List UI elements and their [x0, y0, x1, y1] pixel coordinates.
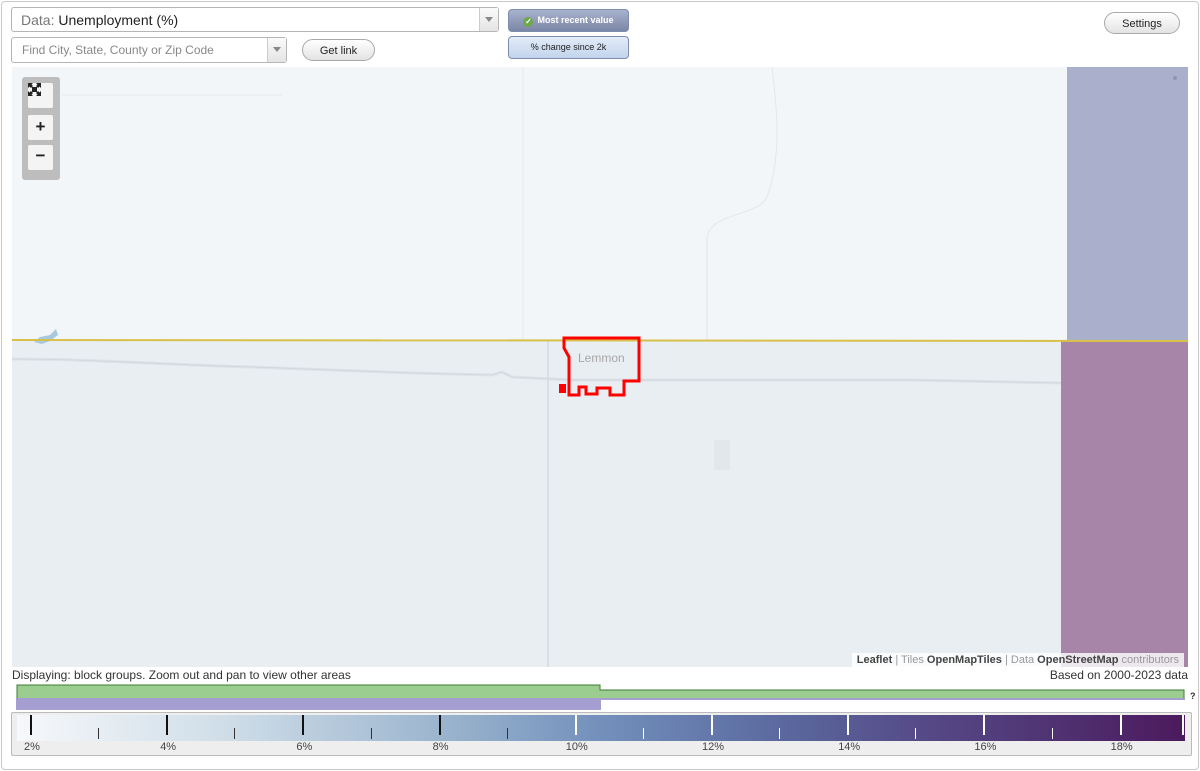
location-search[interactable]: [11, 37, 287, 63]
region-north-east[interactable]: [1067, 67, 1188, 340]
openmaptiles-link[interactable]: OpenMapTiles: [927, 654, 1002, 666]
zoom-in-button[interactable]: +: [28, 115, 53, 140]
data-select-label: Data: Unemployment (%): [21, 12, 179, 28]
legend-tick-minor: [506, 728, 508, 739]
displaying-note: Displaying: block groups. Zoom out and p…: [12, 668, 351, 682]
data-select[interactable]: Data: Unemployment (%): [11, 7, 499, 32]
most-recent-value-button[interactable]: ✓ Most recent value: [508, 9, 629, 32]
legend-tick-major: [302, 715, 305, 735]
search-input[interactable]: [20, 42, 269, 58]
leaflet-link[interactable]: Leaflet: [857, 654, 892, 666]
chevron-down-icon[interactable]: [267, 38, 286, 62]
openstreetmap-link[interactable]: OpenStreetMap: [1037, 654, 1118, 666]
legend-label: 12%: [702, 741, 725, 753]
legend-tick-minor: [234, 728, 236, 739]
legend-label: 4%: [160, 741, 177, 753]
color-legend: 2% 4% 6% 8% 10% 12% 14% 16% 18%: [11, 712, 1192, 756]
data-timeline[interactable]: [16, 684, 1188, 712]
data-range-note: Based on 2000-2023 data: [1049, 668, 1188, 682]
help-icon[interactable]: ?: [1190, 691, 1196, 701]
legend-tick-major: [1182, 715, 1184, 735]
legend-tick-major: [574, 715, 577, 735]
city-label: Lemmon: [578, 351, 625, 365]
legend-tick-major: [1119, 715, 1122, 735]
settings-button[interactable]: Settings: [1104, 12, 1180, 34]
map-view[interactable]: Lemmon + − Leaflet | Tiles OpenMapTiles …: [12, 67, 1188, 667]
legend-tick-major: [847, 715, 850, 735]
zoom-out-button[interactable]: −: [28, 145, 53, 170]
legend-label: 2%: [24, 741, 40, 753]
legend-label: 6%: [296, 741, 313, 753]
color-ramp: [17, 715, 1185, 741]
percent-change-button[interactable]: % change since 2k: [508, 36, 629, 59]
legend-label: 16%: [974, 741, 997, 753]
map-attribution: Leaflet | Tiles OpenMapTiles | Data Open…: [851, 653, 1184, 667]
legend-tick-minor: [915, 728, 917, 739]
get-link-button[interactable]: Get link: [302, 39, 375, 61]
legend-label: 18%: [1110, 741, 1133, 753]
legend-tick-minor: [98, 728, 100, 739]
legend-tick-major: [166, 715, 169, 735]
map-controls: + −: [22, 77, 60, 180]
legend-tick-minor: [642, 728, 644, 739]
legend-label: 14%: [838, 741, 861, 753]
legend-tick-major: [983, 715, 986, 735]
legend-tick-minor: [1051, 728, 1053, 739]
legend-tick-major: [30, 715, 32, 735]
region-south-east[interactable]: [1061, 340, 1188, 667]
check-icon: ✓: [523, 17, 534, 27]
fullscreen-icon: [28, 83, 41, 96]
legend-tick-minor: [370, 728, 372, 739]
fullscreen-button[interactable]: [28, 83, 53, 108]
legend-tick-major: [711, 715, 713, 735]
chevron-down-icon[interactable]: [479, 8, 498, 31]
map-tiles: [12, 67, 1188, 667]
legend-tick-minor: [779, 728, 781, 739]
legend-label: 8%: [432, 741, 449, 753]
legend-label: 10%: [565, 741, 588, 753]
legend-tick-major: [438, 715, 441, 735]
